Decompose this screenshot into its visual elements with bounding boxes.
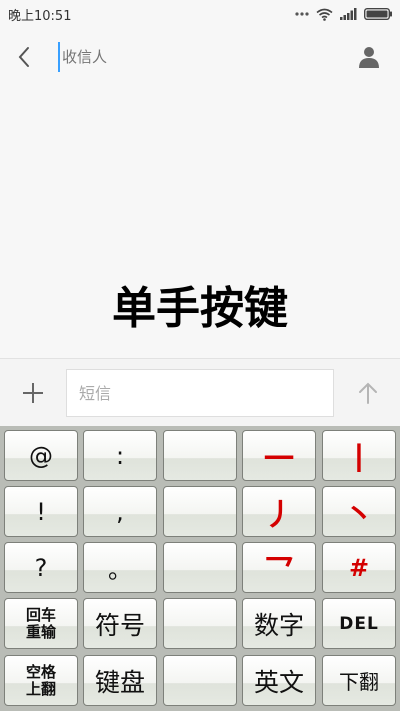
- plus-icon[interactable]: [20, 380, 46, 406]
- key-stroke-dian[interactable]: 丶: [322, 486, 396, 537]
- contact-person-icon[interactable]: [356, 44, 382, 70]
- key-space-label: 空格: [25, 662, 56, 681]
- key-reset-label: 重输: [25, 622, 56, 641]
- status-bar: 晚上10:51: [0, 0, 400, 28]
- recipient-input[interactable]: [58, 42, 342, 72]
- battery-icon: [364, 8, 392, 20]
- signal-icon: [340, 8, 357, 20]
- more-dots-icon: [295, 12, 309, 16]
- key-blank-1[interactable]: [163, 430, 237, 481]
- key-stroke-zhe[interactable]: 乛: [242, 542, 316, 593]
- key-stroke-pie[interactable]: 丿: [242, 486, 316, 537]
- key-blank-3[interactable]: [163, 542, 237, 593]
- key-blank-5[interactable]: [163, 655, 237, 706]
- key-hash[interactable]: #: [322, 542, 396, 593]
- sms-input[interactable]: [66, 369, 334, 417]
- status-icons: [295, 8, 392, 21]
- back-arrow-icon[interactable]: [12, 43, 38, 71]
- key-space-pageup[interactable]: 空格 上翻: [4, 655, 78, 706]
- key-symbols[interactable]: 符号: [83, 598, 157, 649]
- key-comma[interactable]: ,: [83, 486, 157, 537]
- status-time: 晚上10:51: [8, 8, 72, 24]
- key-question[interactable]: ?: [4, 542, 78, 593]
- key-pageup-label: 上翻: [25, 679, 56, 698]
- key-numbers[interactable]: 数字: [242, 598, 316, 649]
- key-at[interactable]: @: [4, 430, 78, 481]
- key-english[interactable]: 英文: [242, 655, 316, 706]
- wifi-icon: [316, 8, 333, 21]
- key-blank-2[interactable]: [163, 486, 237, 537]
- keyboard: @ : 一 丨 ! , 丿 丶 ? 。 乛 # 回车 重输 符号 数字 DEL …: [0, 426, 400, 711]
- key-period[interactable]: 。: [83, 542, 157, 593]
- overlay-title: 单手按键: [112, 283, 288, 334]
- key-stroke-heng[interactable]: 一: [242, 430, 316, 481]
- key-enter-reset[interactable]: 回车 重输: [4, 598, 78, 649]
- key-stroke-shu[interactable]: 丨: [322, 430, 396, 481]
- key-colon[interactable]: :: [83, 430, 157, 481]
- header: [0, 28, 400, 87]
- compose-bar: [0, 358, 400, 427]
- key-exclamation[interactable]: !: [4, 486, 78, 537]
- key-pagedown[interactable]: 下翻: [322, 655, 396, 706]
- key-enter-label: 回车: [25, 605, 56, 624]
- key-blank-4[interactable]: [163, 598, 237, 649]
- key-delete[interactable]: DEL: [322, 598, 396, 649]
- send-arrow-icon[interactable]: [354, 379, 382, 407]
- key-keyboard[interactable]: 键盘: [83, 655, 157, 706]
